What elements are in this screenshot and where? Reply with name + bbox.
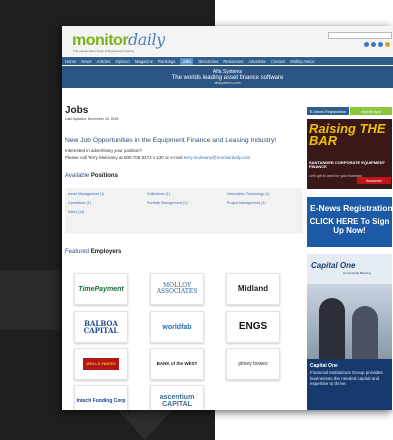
- position-link[interactable]: Asset Management (1): [68, 192, 104, 196]
- header: monitordaily The Independent Voice of Eq…: [62, 26, 393, 56]
- main-content: Jobs Last Updated: November 30, 2018 New…: [62, 89, 305, 410]
- nav-opinion[interactable]: Opinion: [115, 59, 129, 64]
- logo-main: monitor: [72, 32, 129, 49]
- available-prefix: Available: [65, 173, 91, 179]
- banner-ad[interactable]: Alfa Systems The worlds leading asset fi…: [62, 66, 393, 88]
- nav-articles[interactable]: Articles: [97, 59, 111, 64]
- social-icons[interactable]: [364, 42, 390, 47]
- sidebar: E-News Registration Mobile App Raising T…: [306, 89, 393, 410]
- ad3-brand: Capital One: [311, 261, 356, 270]
- featured-prefix: Featured: [65, 249, 91, 255]
- nav-molley[interactable]: Molley Assoc: [290, 59, 314, 64]
- headline: New Job Opportunities in the Equipment F…: [65, 137, 277, 144]
- nav-news[interactable]: News: [81, 59, 91, 64]
- employer-name: Midland: [237, 284, 269, 293]
- available-positions-heading: Available Positions: [65, 173, 118, 179]
- ad1-sub: SANTANDER CORPORATE EQUIPMENT FINANCE: [309, 160, 386, 170]
- rss-icon[interactable]: [385, 42, 390, 47]
- nav-rankings[interactable]: Rankings: [158, 59, 175, 64]
- ad3-sub: Commercial Banking: [343, 271, 371, 275]
- intro-text: Interested in advertising your position?: [65, 148, 143, 153]
- employer-name: BANK of the WEST: [156, 360, 198, 366]
- employer-name: BALBOA CAPITAL: [83, 319, 119, 335]
- employer-name: Intech Funding Corp: [76, 397, 126, 404]
- employer-name: pitney bowes: [238, 360, 268, 367]
- social-icon[interactable]: [378, 42, 383, 47]
- site-logo[interactable]: monitordaily: [72, 30, 165, 50]
- ad3-body: Financial Institutions Group provides bu…: [310, 370, 383, 387]
- person-figure: [319, 298, 345, 359]
- position-link[interactable]: Operations (1): [68, 201, 91, 205]
- ad3-heading: Capital One: [310, 363, 338, 369]
- webpage: monitordaily The Independent Voice of Eq…: [62, 26, 393, 410]
- employer-logo-wellsfargo[interactable]: WELLS FARGO: [74, 348, 128, 380]
- nav-magazine[interactable]: Magazine: [135, 59, 153, 64]
- contact-prefix: Please call Terry Mulreany at 800.708.93…: [65, 155, 184, 160]
- employer-logo-midland[interactable]: Midland: [226, 273, 280, 305]
- employer-logo-timepayment[interactable]: TimePayment: [74, 273, 128, 305]
- employer-logo-bankofthewest[interactable]: BANK of the WEST: [150, 348, 204, 380]
- social-icon[interactable]: [371, 42, 376, 47]
- nav-home[interactable]: Home: [65, 59, 76, 64]
- person-figure: [352, 306, 378, 359]
- ad1-small: Let's get to work for your business: [309, 174, 362, 178]
- employer-name: ascentium CAPITAL: [159, 394, 195, 408]
- tab-enews[interactable]: E-News Registration: [307, 107, 349, 115]
- nav-directories[interactable]: Directories: [198, 59, 218, 64]
- employer-name: TimePayment: [78, 285, 124, 293]
- employer-logo-engs[interactable]: ENGS: [226, 311, 280, 343]
- ad3-photo: [307, 284, 392, 359]
- ad3-text-panel: Capital One Financial Institutions Group…: [307, 359, 392, 410]
- contact-text: Please call Terry Mulreany at 800.708.93…: [65, 155, 250, 160]
- employer-name: worldfab: [162, 323, 192, 331]
- logo-daily: daily: [128, 30, 165, 49]
- featured-employers-heading: Featured Employers: [65, 249, 121, 255]
- search-input[interactable]: [328, 32, 392, 39]
- employer-logo-ascentium[interactable]: ascentium CAPITAL: [150, 385, 204, 410]
- positions-box: Asset Management (1) Collections (1) Inf…: [65, 188, 303, 234]
- last-updated: Last Updated: November 30, 2018: [65, 117, 119, 121]
- santander-ad[interactable]: Raising THE BAR SANTANDER CORPORATE EQUI…: [307, 119, 392, 189]
- email-link[interactable]: terry.mulreany@monitordaily.com: [184, 155, 251, 160]
- employer-logo-molloy[interactable]: MOLLOY ASSOCIATES: [150, 273, 204, 305]
- nav-jobs[interactable]: Jobs: [180, 57, 194, 65]
- available-bold: Positions: [90, 173, 118, 179]
- employer-logo-balboa[interactable]: BALBOA CAPITAL: [74, 311, 128, 343]
- featured-bold: Employers: [90, 249, 122, 255]
- site-tagline: The Independent Voice of Equipment Finan…: [73, 49, 134, 53]
- position-link[interactable]: Portfolio Management (1): [147, 201, 188, 205]
- ad2-cta: CLICK HERE To Sign Up Now!: [309, 217, 390, 235]
- employer-logo-pitneybowes[interactable]: pitney bowes: [226, 348, 280, 380]
- ad1-brand: Santander: [357, 177, 391, 184]
- banner-line3: alfasystems.com: [214, 81, 241, 85]
- position-link[interactable]: Sales (14): [68, 210, 84, 214]
- ad2-title: E-News Registration: [310, 203, 393, 213]
- background-shard: [0, 270, 60, 330]
- enews-signup-ad[interactable]: E-News Registration CLICK HERE To Sign U…: [307, 197, 393, 247]
- position-link[interactable]: Project Management (1): [227, 201, 266, 205]
- employer-name: WELLS FARGO: [83, 358, 119, 370]
- employer-name: MOLLOY ASSOCIATES: [156, 282, 198, 295]
- social-icon[interactable]: [364, 42, 369, 47]
- main-nav: Home News Articles Opinion Magazine Rank…: [62, 57, 393, 65]
- position-link[interactable]: Information Technology (1): [227, 192, 269, 196]
- position-link[interactable]: Collections (1): [147, 192, 170, 196]
- nav-contact[interactable]: Contact: [271, 59, 285, 64]
- employer-logo-worldfab[interactable]: worldfab: [150, 311, 204, 343]
- employer-logo-intech[interactable]: Intech Funding Corp: [74, 385, 128, 410]
- nav-resources[interactable]: Resources: [223, 59, 243, 64]
- capital-one-ad[interactable]: Capital One Commercial Banking Capital O…: [307, 254, 392, 410]
- employer-name: ENGS: [238, 321, 268, 332]
- page-title: Jobs: [65, 105, 89, 116]
- ad1-title: Raising THE BAR: [309, 121, 386, 148]
- tab-mobile-app[interactable]: Mobile App: [350, 107, 392, 115]
- nav-advertise[interactable]: Advertise: [248, 59, 265, 64]
